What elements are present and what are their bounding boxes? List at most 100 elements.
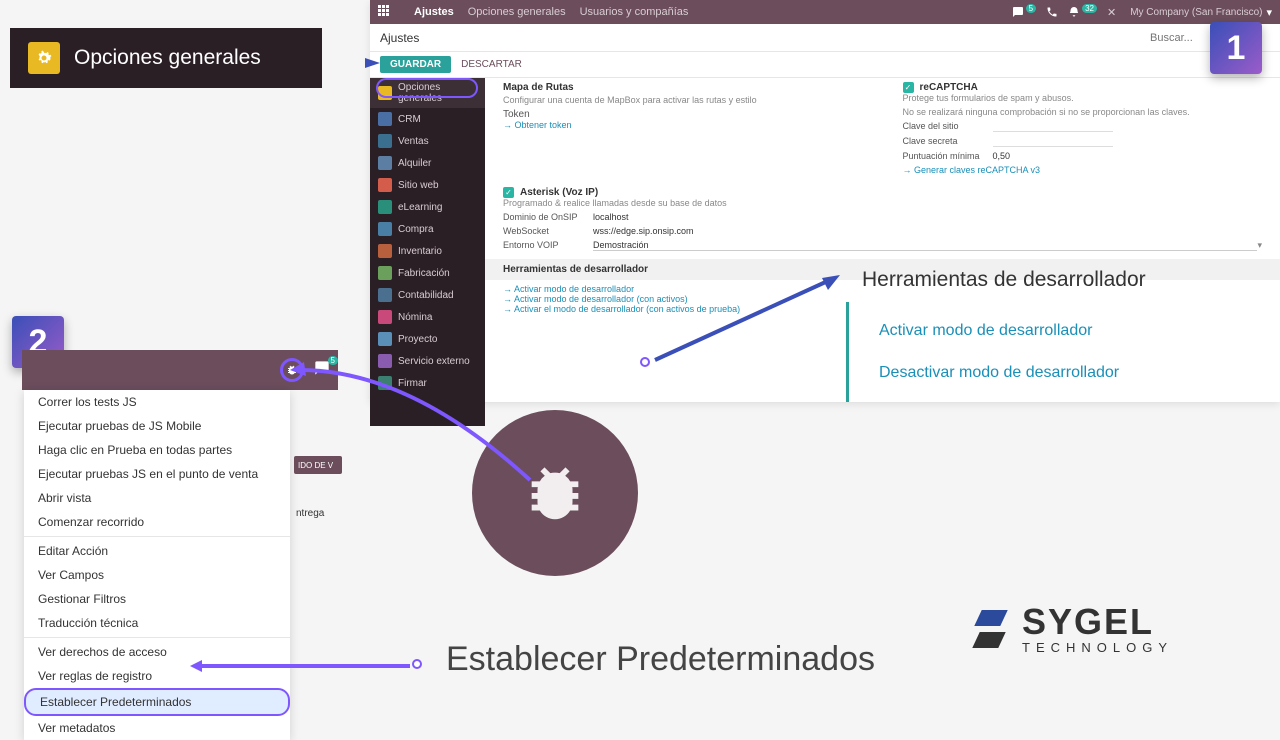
sidebar-icon (378, 310, 392, 324)
debug-icon[interactable] (280, 358, 304, 382)
site-key-input[interactable] (993, 121, 1113, 132)
token-label: Token (503, 109, 593, 120)
section-routes-title: Mapa de Rutas (503, 82, 863, 93)
sidebar-item-6[interactable]: Compra (370, 218, 485, 240)
secret-key-input[interactable] (993, 136, 1113, 147)
bug-illustration (472, 410, 638, 576)
sidebar-icon (378, 178, 392, 192)
sidebar-icon (378, 244, 392, 258)
sidebar-item-12[interactable]: Servicio externo (370, 350, 485, 372)
page-title: Ajustes (380, 31, 419, 45)
sidebar-item-4[interactable]: Sitio web (370, 174, 485, 196)
secret-key-label: Clave secreta (903, 136, 993, 147)
action-buttons: GUARDAR DESCARTAR (370, 52, 1280, 78)
chevron-down-icon: ▾ (1257, 240, 1262, 251)
sidebar-item-5[interactable]: eLearning (370, 196, 485, 218)
sidebar-label: Contabilidad (398, 290, 454, 301)
discard-button[interactable]: DESCARTAR (451, 56, 532, 73)
sidebar-label: Fabricación (398, 268, 450, 279)
phone-icon[interactable] (1046, 6, 1058, 18)
asterisk-checkbox[interactable]: ✓ (503, 187, 514, 198)
sidebar-label: Alquiler (398, 158, 431, 169)
chevron-down-icon: ▾ (1266, 6, 1272, 19)
bg-fragment-text: ntrega (296, 508, 324, 519)
sidebar-icon (378, 200, 392, 214)
voip-env-label: Entorno VOIP (503, 240, 593, 251)
site-key-label: Clave del sitio (903, 121, 993, 132)
sidebar-label: Servicio externo (398, 356, 470, 367)
min-score-value: 0,50 (993, 151, 1263, 161)
sidebar-item-10[interactable]: Nómina (370, 306, 485, 328)
sidebar-icon (378, 266, 392, 280)
activity-icon[interactable]: 32 (1068, 6, 1097, 18)
nav-users[interactable]: Usuarios y compañías (580, 6, 689, 18)
dev-menu-item[interactable]: Ver Campos (24, 563, 290, 587)
recaptcha-desc: Protege tus formularios de spam y abusos… (903, 93, 1263, 103)
sidebar-item-7[interactable]: Inventario (370, 240, 485, 262)
dev-menu-item[interactable]: Editar Acción (24, 539, 290, 563)
asterisk-title: Asterisk (Voz IP) (520, 187, 598, 198)
close-icon[interactable]: ✕ (1107, 6, 1116, 19)
apps-icon[interactable] (378, 5, 392, 19)
save-button[interactable]: GUARDAR (380, 56, 451, 73)
voip-env-value[interactable]: Demostración (593, 240, 1257, 251)
gear-icon (28, 42, 60, 74)
dev-menu-item[interactable]: Ejecutar pruebas de JS Mobile (24, 414, 290, 438)
ws-value: wss://edge.sip.onsip.com (593, 226, 1262, 236)
logo-tagline: TECHNOLOGY (1022, 640, 1173, 655)
sidebar-label: Nómina (398, 312, 432, 323)
sidebar-label: Sitio web (398, 180, 439, 191)
sidebar-item-13[interactable]: Firmar (370, 372, 485, 394)
sidebar-item-3[interactable]: Alquiler (370, 152, 485, 174)
dev-menu-item[interactable]: Comenzar recorrido (24, 510, 290, 534)
sidebar-icon (378, 354, 392, 368)
recaptcha-desc2: No se realizará ninguna comprobación si … (903, 107, 1263, 117)
sidebar-item-2[interactable]: Ventas (370, 130, 485, 152)
onsip-label: Dominio de OnSIP (503, 212, 593, 222)
bg-fragment-pill: IDO DE V (294, 456, 342, 474)
app-title[interactable]: Ajustes (414, 6, 454, 18)
dev-menu-item[interactable]: Ver reglas de registro (24, 664, 290, 688)
sidebar-icon (378, 112, 392, 126)
highlight-ring-sidebar (376, 78, 478, 98)
get-token-link[interactable]: Obtener token (503, 120, 863, 130)
dev-menu-item[interactable]: Correr los tests JS (24, 390, 290, 414)
top-navbar: Ajustes Opciones generales Usuarios y co… (370, 0, 1280, 24)
callout-title: Opciones generales (74, 46, 261, 70)
dev-menu-item[interactable]: Ver derechos de acceso (24, 640, 290, 664)
section-routes-desc: Configurar una cuenta de MapBox para act… (503, 95, 863, 105)
asterisk-desc: Programado & realice llamadas desde su b… (503, 198, 1262, 208)
dev-menu-item[interactable]: Gestionar Filtros (24, 587, 290, 611)
recaptcha-checkbox[interactable]: ✓ (903, 82, 914, 93)
gen-keys-link[interactable]: Generar claves reCAPTCHA v3 (903, 165, 1263, 175)
deactivate-dev-option[interactable]: Desactivar modo de desarrollador (849, 352, 1186, 394)
min-score-label: Puntuación mínima (903, 151, 993, 161)
dev-menu-item[interactable]: Establecer Predeterminados (24, 688, 290, 716)
sidebar-icon (378, 222, 392, 236)
dev-menu-item[interactable]: Traducción técnica (24, 611, 290, 635)
sidebar-label: Compra (398, 224, 434, 235)
activate-dev-option[interactable]: Activar modo de desarrollador (849, 310, 1186, 352)
nav-general[interactable]: Opciones generales (468, 6, 566, 18)
sidebar-icon (378, 376, 392, 390)
company-selector[interactable]: My Company (San Francisco) (1130, 7, 1262, 18)
recaptcha-title: reCAPTCHA (920, 82, 978, 93)
sidebar-item-11[interactable]: Proyecto (370, 328, 485, 350)
sidebar-item-1[interactable]: CRM (370, 108, 485, 130)
sidebar-label: eLearning (398, 202, 442, 213)
dev-menu-item[interactable]: Abrir vista (24, 486, 290, 510)
messaging-icon[interactable]: 5 (1012, 6, 1036, 18)
sidebar-item-9[interactable]: Contabilidad (370, 284, 485, 306)
settings-sidebar: Opciones generalesCRMVentasAlquilerSitio… (370, 78, 485, 426)
dev-menu-item[interactable]: Ejecutar pruebas JS en el punto de venta (24, 462, 290, 486)
developer-dropdown-menu: Correr los tests JSEjecutar pruebas de J… (24, 390, 290, 740)
dev-callout-header: Herramientas de desarrollador (846, 258, 1186, 302)
sidebar-label: Inventario (398, 246, 442, 257)
chat-icon[interactable]: 5 (314, 360, 330, 381)
logo-mark-icon (970, 606, 1012, 654)
sidebar-label: Ventas (398, 136, 429, 147)
dev-menu-item[interactable]: Haga clic en Prueba en todas partes (24, 438, 290, 462)
logo-name: SYGEL (1022, 604, 1173, 640)
bottom-callout-label: Establecer Predeterminados (446, 640, 875, 679)
sidebar-item-8[interactable]: Fabricación (370, 262, 485, 284)
